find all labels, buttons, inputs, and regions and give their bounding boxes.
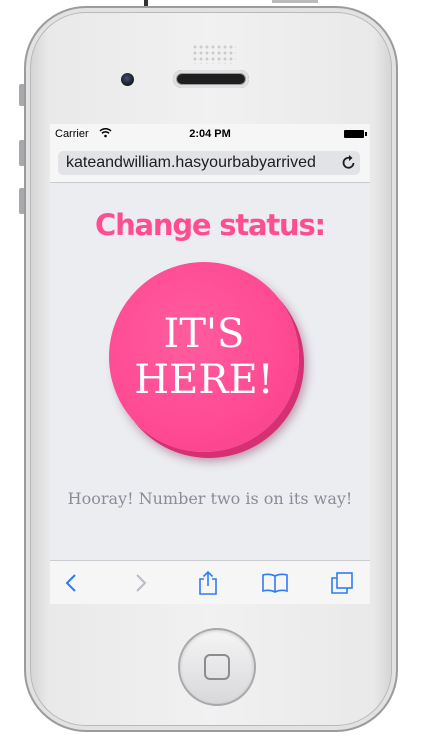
status-time: 2:04 PM: [189, 128, 231, 140]
sensor-grille: [192, 44, 236, 64]
button-label: IT'S HERE!: [134, 311, 273, 403]
page-title: Change status:: [95, 208, 326, 242]
url-field[interactable]: kateandwilliam.hasyourbabyarrived: [58, 151, 360, 175]
back-icon[interactable]: [56, 568, 86, 598]
button-label-line1: IT'S: [163, 311, 245, 357]
bookmarks-icon[interactable]: [260, 568, 290, 598]
top-edge-detail: [272, 0, 318, 3]
address-bar: kateandwilliam.hasyourbabyarrived: [50, 144, 370, 183]
its-here-button[interactable]: IT'S HERE!: [109, 262, 299, 452]
status-bar: Carrier 2:04 PM: [50, 124, 370, 144]
camera-icon: [121, 73, 134, 86]
share-icon[interactable]: [193, 568, 223, 598]
forward-icon[interactable]: [126, 568, 156, 598]
status-message: Hooray! Number two is on its way!: [67, 489, 353, 508]
screen: Carrier 2:04 PM kateandwilliam.hasyourba…: [50, 124, 370, 604]
battery-icon: [344, 130, 367, 138]
browser-toolbar: [50, 560, 370, 604]
reload-icon[interactable]: [342, 154, 356, 175]
tabs-icon[interactable]: [327, 568, 357, 598]
button-label-line2: HERE!: [134, 357, 274, 403]
earpiece-speaker: [173, 70, 249, 88]
url-text: kateandwilliam.hasyourbabyarrived: [66, 154, 316, 171]
home-square-icon: [204, 654, 230, 680]
home-button[interactable]: [178, 628, 256, 706]
